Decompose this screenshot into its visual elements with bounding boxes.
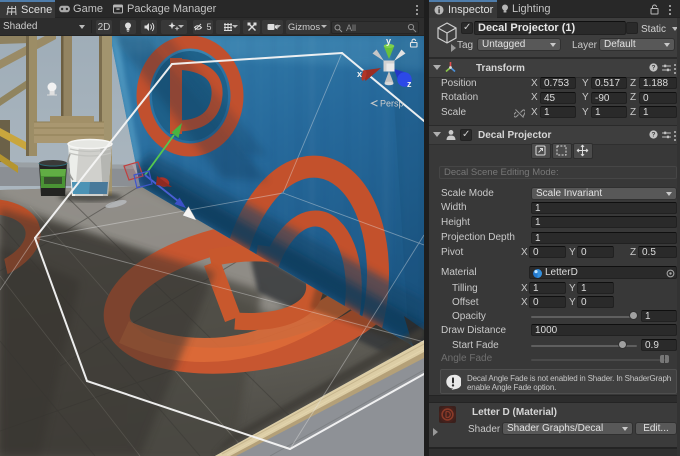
svg-text:z: z xyxy=(407,79,412,89)
svg-text:Persp: Persp xyxy=(380,99,404,109)
svg-text:?: ? xyxy=(652,65,656,72)
svg-text:y: y xyxy=(386,36,391,46)
svg-text:?: ? xyxy=(652,132,656,139)
svg-text:x: x xyxy=(357,69,362,79)
